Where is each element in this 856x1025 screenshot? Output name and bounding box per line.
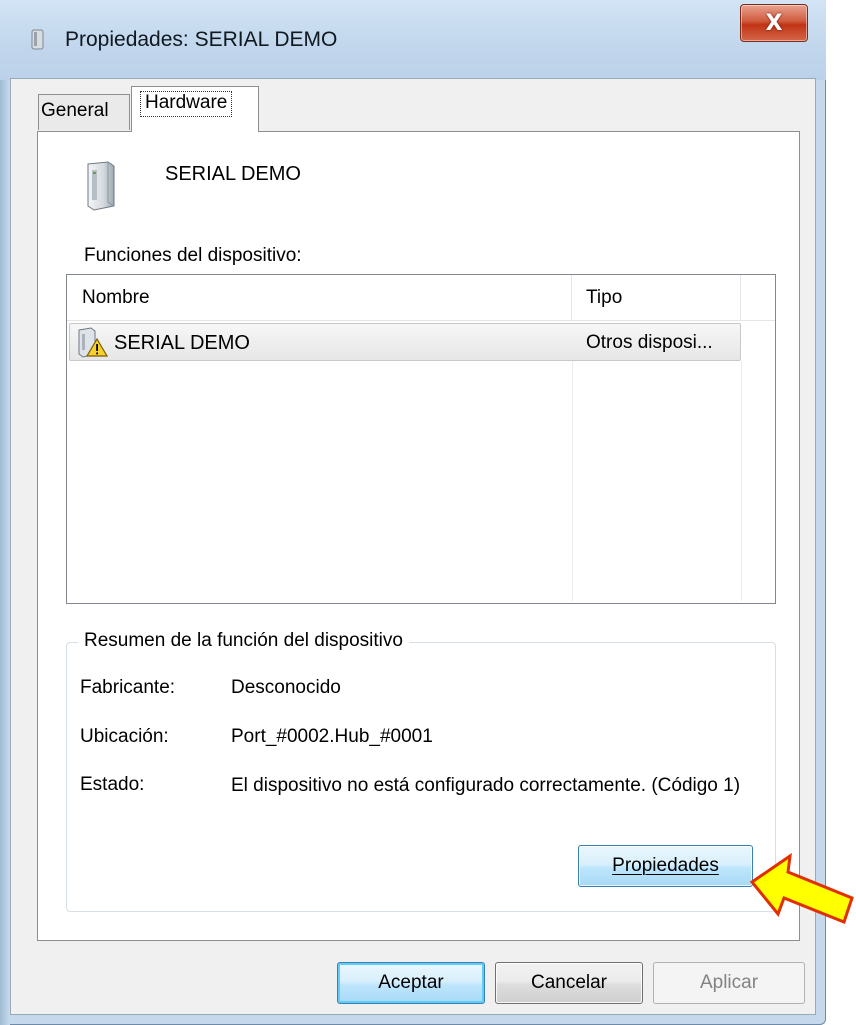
device-name: SERIAL DEMO <box>165 163 301 185</box>
manufacturer-value: Desconocido <box>231 677 341 698</box>
annotation-arrow-icon <box>749 852 854 924</box>
list-item-type: Otros disposi... <box>586 332 713 353</box>
apply-button[interactable]: Aplicar <box>653 962 805 1004</box>
tab-general-label: General <box>41 100 109 121</box>
properties-button[interactable]: Propiedades <box>578 845 753 887</box>
list-item-name: SERIAL DEMO <box>114 332 250 354</box>
manufacturer-label: Fabricante: <box>80 677 176 698</box>
column-divider <box>572 361 573 601</box>
column-header-name-label: Nombre <box>82 287 150 308</box>
column-header-type-label: Tipo <box>586 287 623 308</box>
summary-title: Resumen de la función del dispositivo <box>78 630 409 652</box>
status-value: El dispositivo no está configurado corre… <box>231 775 741 796</box>
functions-label: Funciones del dispositivo: <box>84 245 302 266</box>
close-button[interactable]: X <box>740 4 808 42</box>
device-icon <box>31 29 44 50</box>
column-divider <box>741 361 742 601</box>
device-warning-icon <box>78 327 109 358</box>
tab-hardware-label: Hardware <box>140 91 233 117</box>
ok-button[interactable]: Aceptar <box>337 962 485 1004</box>
device-tower-icon <box>87 161 115 211</box>
location-value: Port_#0002.Hub_#0001 <box>231 726 433 747</box>
window-title: Propiedades: SERIAL DEMO <box>65 28 338 51</box>
close-icon: X <box>765 10 783 36</box>
status-label: Estado: <box>80 774 145 795</box>
properties-button-label: Propiedades <box>612 855 719 876</box>
cancel-button[interactable]: Cancelar <box>495 962 643 1004</box>
location-label: Ubicación: <box>80 726 169 747</box>
window-left-border <box>0 0 10 1025</box>
